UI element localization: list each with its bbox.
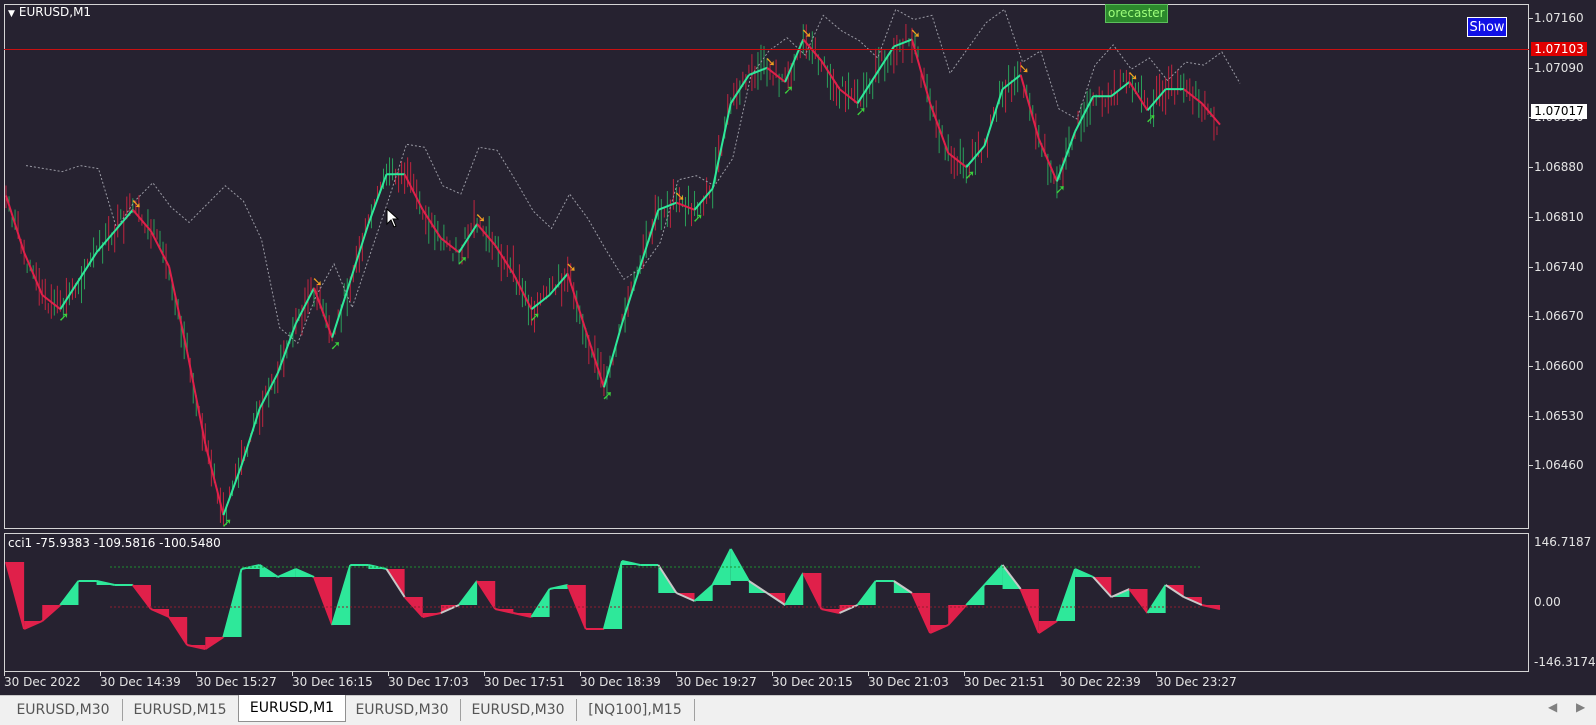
buy-arrow-icon: ➚ [964,168,975,183]
trend-line-segment [186,351,207,445]
price-tick-label: 1.06600 [1534,358,1584,373]
dropdown-triangle-icon[interactable]: ▼ [8,9,15,19]
buy-arrow-icon: ➚ [58,310,69,325]
trend-line-segment [240,408,261,466]
sell-arrow-icon: ➘ [910,26,921,41]
price-tick-label: 1.06530 [1534,408,1584,423]
time-tick-label: 30 Dec 22:39 [1060,675,1141,689]
sell-arrow-icon: ➘ [765,55,776,70]
trend-line-segment [711,103,732,189]
trend-line-segment [367,173,388,225]
show-button[interactable]: Show [1467,17,1507,37]
sell-arrow-icon: ➘ [131,197,142,212]
price-tick-mark [1529,18,1533,19]
buy-arrow-icon: ➚ [783,83,794,98]
buy-arrow-icon: ➚ [602,388,613,403]
sell-arrow-icon: ➘ [566,261,577,276]
trend-line-segment [602,323,624,388]
price-tick-mark [1529,67,1533,69]
symbol-text: EURUSD,M1 [18,5,92,19]
price-tick-label: 1.07160 [1534,11,1584,25]
time-tick-label: 30 Dec 16:15 [292,675,373,689]
sell-arrow-icon: ➘ [1019,62,1030,77]
scroll-left-icon[interactable]: ◀ [1548,700,1557,714]
tab-eurusd-m30[interactable]: EURUSD,M30 [460,699,577,721]
price-tick-mark [1529,167,1533,169]
chart-tabs-bar: EURUSD,M30 EURUSD,M15 EURUSD,M1 EURUSD,M30 E… [0,695,1596,725]
price-tick-label: 1.06460 [1534,458,1584,473]
buy-arrow-icon: ➚ [1055,182,1066,197]
price-tick-mark [1529,316,1533,318]
trend-line-segment [1019,74,1040,140]
buy-arrow-icon: ➚ [221,516,232,531]
bid-price-tag: 1.07103 [1531,42,1587,56]
sell-arrow-icon: ➘ [312,275,323,290]
price-tick-label: 1.07090 [1534,60,1584,75]
time-tick-label: 30 Dec 20:15 [772,675,853,689]
time-tick-label: 30 Dec 2022 [4,675,81,689]
sell-arrow-icon: ➘ [1127,69,1138,84]
time-tick-label: 30 Dec 23:27 [1156,675,1237,689]
price-tick-mark [1529,415,1533,417]
time-tick-label: 30 Dec 19:27 [676,675,757,689]
time-tick-label: 30 Dec 15:27 [196,675,277,689]
tab-eurusd-m30[interactable]: EURUSD,M30 [4,699,123,721]
price-tick-mark [1529,266,1533,268]
tab-eurusd-m1[interactable]: EURUSD,M1 [238,695,346,722]
trend-line-segment [5,195,26,253]
mouse-cursor-icon [386,208,400,228]
trend-line-segment [983,88,1004,147]
scroll-right-icon[interactable]: ▶ [1576,700,1585,714]
buy-arrow-icon: ➚ [693,211,704,226]
time-tick-label: 30 Dec 21:51 [964,675,1045,689]
time-tick-label: 30 Dec 21:03 [868,675,949,689]
sell-arrow-icon: ➘ [801,26,812,41]
buy-arrow-icon: ➚ [457,253,468,268]
time-tick-label: 30 Dec 17:51 [484,675,565,689]
indicator-tick-label: 0.00 [1534,595,1561,609]
cci-indicator-label: cci1 -75.9383 -109.5816 -100.5480 [8,536,221,550]
chart-symbol-label[interactable]: ▼ EURUSD,M1 [8,5,91,19]
buy-arrow-icon: ➚ [330,339,341,354]
time-tick-label: 30 Dec 18:39 [580,675,661,689]
bid-price-line [4,49,1529,50]
buy-arrow-icon: ➚ [1146,111,1157,126]
price-tick-label: 1.06740 [1534,259,1584,274]
forecaster-label: orecaster [1105,4,1168,23]
buy-arrow-icon: ➚ [529,310,540,325]
current-price-tag: 1.07017 [1531,104,1587,119]
price-chart: ➚ ➘ ➚ ➘ ➚ ➚ ➘ ➚ ➘ ➚ ➘ ➚ ➘ ➚ ➘ ➚ ➘ ➚ ➘ ➚ ➘ ➚ [5,8,1241,650]
indicator-tick-label: 146.7187 [1534,535,1592,549]
sell-arrow-icon: ➘ [674,190,685,205]
price-tick-mark [1529,216,1533,218]
indicator-tick-label: -146.3174 [1534,655,1596,669]
trend-line-segment [204,443,225,516]
trend-line-segment [313,287,334,338]
sell-arrow-icon: ➘ [475,211,486,226]
price-tick-label: 1.06670 [1534,309,1584,324]
trend-line-segment [168,266,189,353]
price-tick-mark [1529,365,1533,367]
price-tick-label: 1.06810 [1534,209,1584,224]
time-tick-label: 30 Dec 14:39 [100,675,181,689]
buy-arrow-icon: ➚ [856,104,867,119]
price-tick-mark [1529,465,1533,467]
tab-eurusd-m15[interactable]: EURUSD,M15 [122,699,239,721]
tab--nq100-m15[interactable]: [NQ100],M15 [576,699,695,721]
price-tick-label: 1.06880 [1534,160,1584,175]
tab-eurusd-m30[interactable]: EURUSD,M30 [344,699,461,721]
time-tick-label: 30 Dec 17:03 [388,675,469,689]
trend-line-segment [222,465,243,516]
